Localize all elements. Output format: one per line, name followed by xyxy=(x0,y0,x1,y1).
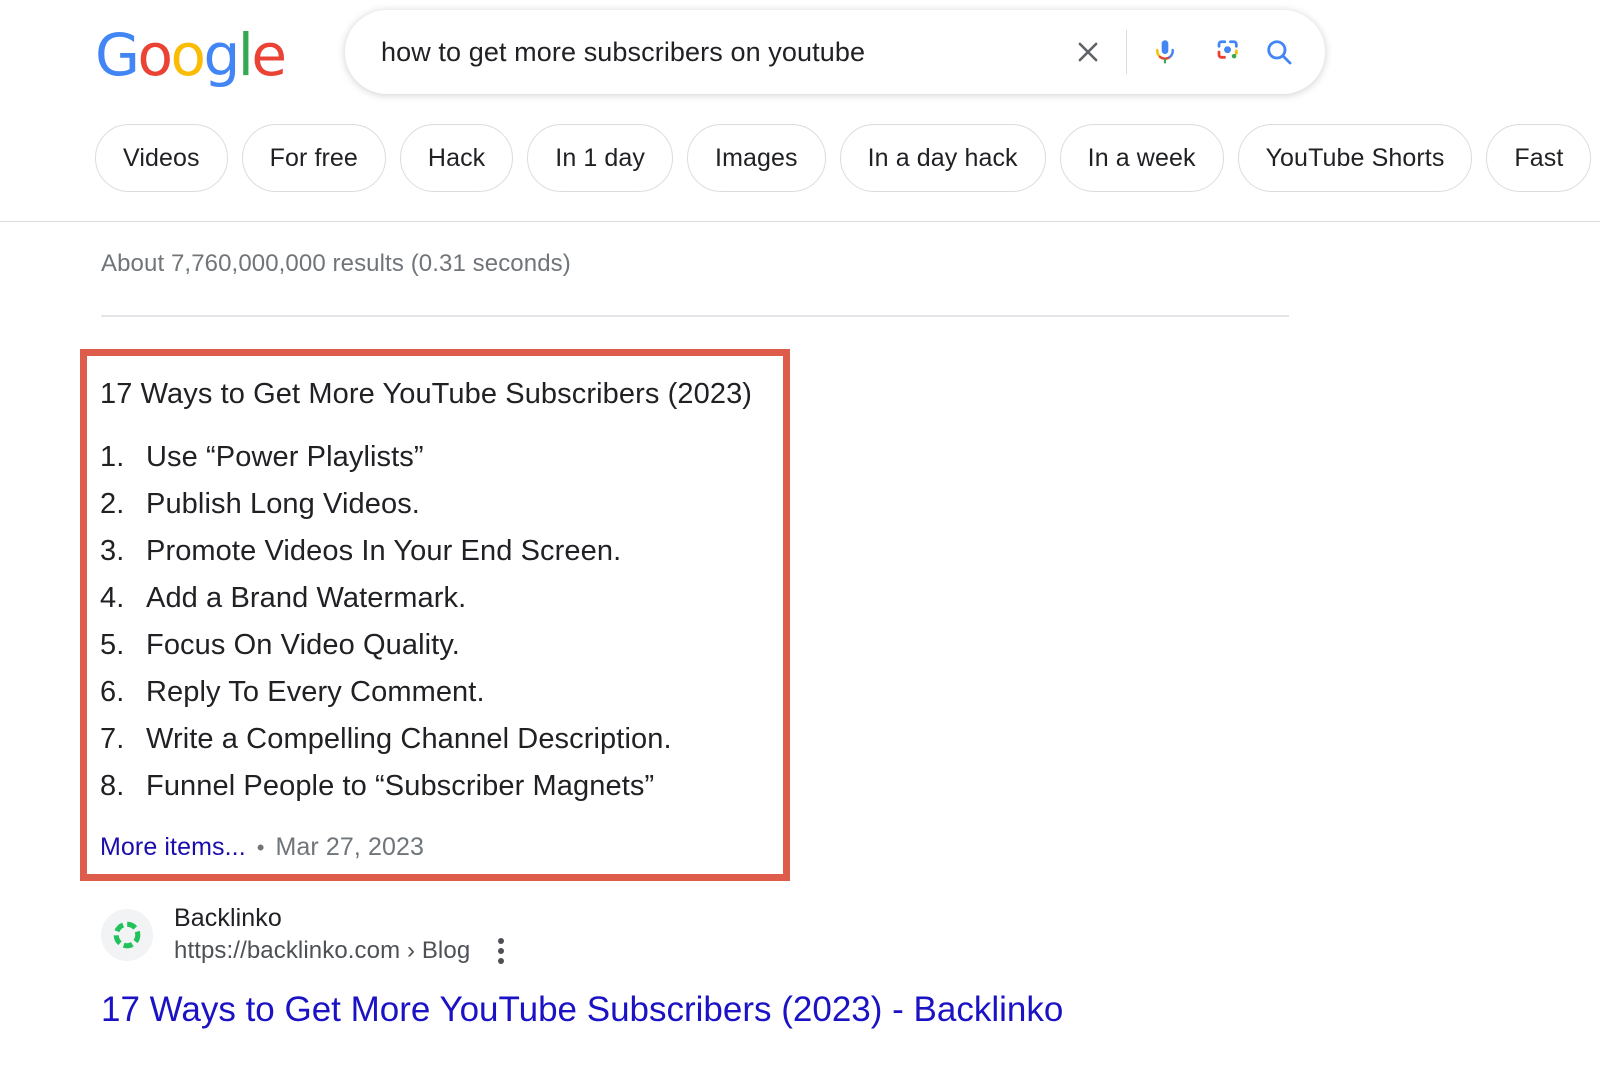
kebab-dot xyxy=(498,938,505,944)
logo-letter-e: e xyxy=(251,21,287,89)
search-result: Backlinko https://backlinko.com › Blog 1… xyxy=(101,902,1201,1030)
google-logo[interactable]: Google xyxy=(95,21,287,89)
list-item-text: Reply To Every Comment. xyxy=(146,676,485,708)
site-name: Backlinko xyxy=(174,904,282,932)
chip-in-a-week[interactable]: In a week xyxy=(1059,124,1224,192)
kebab-dot xyxy=(498,958,505,964)
list-item-number: 4. xyxy=(100,582,125,614)
logo-letter-l: l xyxy=(237,21,254,89)
kebab-dot xyxy=(498,948,505,954)
list-item: 5. Focus On Video Quality. xyxy=(100,622,783,669)
list-item-number: 3. xyxy=(100,535,125,567)
chip-hack[interactable]: Hack xyxy=(399,124,514,192)
search-divider xyxy=(1126,30,1127,74)
search-results-main: About 7,760,000,000 results (0.31 second… xyxy=(0,222,1600,1067)
list-item: 3. Promote Videos In Your End Screen. xyxy=(100,528,783,575)
result-stats: About 7,760,000,000 results (0.31 second… xyxy=(101,250,571,277)
list-item-number: 8. xyxy=(100,770,125,802)
list-item-text: Publish Long Videos. xyxy=(146,488,420,520)
list-item: 6. Reply To Every Comment. xyxy=(100,669,783,716)
logo-letter-o2: o xyxy=(170,21,206,89)
logo-letter-g1: G xyxy=(95,21,140,89)
search-header: Google how to get more subscribers on yo… xyxy=(0,0,1600,222)
favicon xyxy=(101,909,153,961)
kebab-menu-icon[interactable] xyxy=(492,934,510,968)
list-item-number: 2. xyxy=(100,488,125,520)
microphone-icon[interactable] xyxy=(1139,26,1191,78)
site-url-row: https://backlinko.com › Blog xyxy=(174,934,510,968)
google-lens-icon[interactable] xyxy=(1201,26,1253,78)
chip-in-a-day-hack[interactable]: In a day hack xyxy=(839,124,1046,192)
chip-images[interactable]: Images xyxy=(687,124,826,192)
list-item: 8. Funnel People to “Subscriber Magnets” xyxy=(100,763,783,810)
clear-icon[interactable] xyxy=(1062,26,1114,78)
list-item-number: 6. xyxy=(100,676,125,708)
search-result-title-link[interactable]: 17 Ways to Get More YouTube Subscribers … xyxy=(101,990,1201,1030)
search-input[interactable] xyxy=(345,36,1062,68)
logo-letter-g2: g xyxy=(203,21,240,89)
list-item-text: Add a Brand Watermark. xyxy=(146,582,467,614)
list-item-text: Write a Compelling Channel Description. xyxy=(146,723,672,755)
footer-separator: • xyxy=(256,834,265,860)
breadcrumb: https://backlinko.com › Blog xyxy=(174,937,471,964)
list-item-text: Focus On Video Quality. xyxy=(146,629,460,661)
list-item-number: 1. xyxy=(100,441,125,473)
search-result-header: Backlinko https://backlinko.com › Blog xyxy=(101,902,1201,968)
chip-in-1-day[interactable]: In 1 day xyxy=(527,124,674,192)
search-submit-icon[interactable] xyxy=(1253,26,1305,78)
list-item-text: Promote Videos In Your End Screen. xyxy=(146,535,622,567)
list-item: 2. Publish Long Videos. xyxy=(100,481,783,528)
featured-snippet-date: Mar 27, 2023 xyxy=(275,833,424,861)
list-item-number: 7. xyxy=(100,723,125,755)
list-item-number: 5. xyxy=(100,629,125,661)
chip-videos[interactable]: Videos xyxy=(95,124,228,192)
site-metadata: Backlinko https://backlinko.com › Blog xyxy=(174,902,510,968)
list-item-text: Funnel People to “Subscriber Magnets” xyxy=(146,770,655,802)
chip-fast[interactable]: Fast xyxy=(1486,124,1592,192)
results-divider xyxy=(101,315,1289,317)
featured-snippet-footer: More items... • Mar 27, 2023 xyxy=(100,833,783,862)
featured-snippet-list: 1. Use “Power Playlists” 2. Publish Long… xyxy=(100,434,783,810)
list-item: 4. Add a Brand Watermark. xyxy=(100,575,783,622)
search-box[interactable] xyxy=(345,10,1325,94)
more-items-link[interactable]: More items... xyxy=(100,833,246,862)
list-item: 7. Write a Compelling Channel Descriptio… xyxy=(100,716,783,763)
featured-snippet-highlight-box: 17 Ways to Get More YouTube Subscribers … xyxy=(80,349,790,881)
filter-chip-row: Videos For free Hack In 1 day Images In … xyxy=(95,124,1592,192)
featured-snippet-title: 17 Ways to Get More YouTube Subscribers … xyxy=(100,378,753,410)
list-item: 1. Use “Power Playlists” xyxy=(100,434,783,481)
chip-youtube-shorts[interactable]: YouTube Shorts xyxy=(1237,124,1473,192)
logo-letter-o1: o xyxy=(137,21,173,89)
featured-snippet: 17 Ways to Get More YouTube Subscribers … xyxy=(87,356,783,862)
list-item-text: Use “Power Playlists” xyxy=(146,441,424,473)
chip-for-free[interactable]: For free xyxy=(241,124,386,192)
